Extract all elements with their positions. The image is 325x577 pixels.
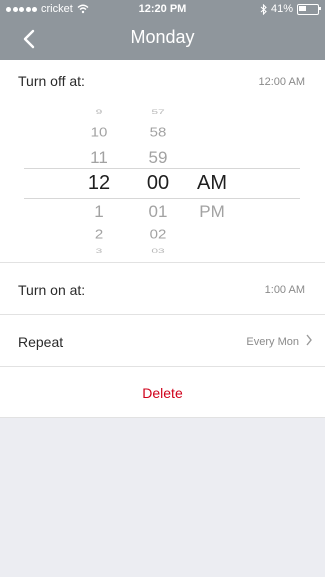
minute-option[interactable]: 59 bbox=[128, 148, 188, 168]
minute-option[interactable]: 02 bbox=[128, 227, 188, 241]
selection-line-top bbox=[24, 168, 300, 169]
turn-on-label[interactable]: Turn on at: bbox=[18, 282, 85, 298]
bluetooth-icon bbox=[260, 3, 267, 15]
delete-button[interactable]: Delete bbox=[0, 385, 325, 401]
hour-option[interactable]: 10 bbox=[69, 125, 129, 139]
app-header: cricket 12:20 PM 41% Monday bbox=[0, 0, 325, 60]
hour-option[interactable]: 11 bbox=[69, 148, 129, 168]
battery-icon bbox=[297, 3, 321, 15]
hour-option[interactable]: 3 bbox=[69, 248, 129, 255]
minute-selected[interactable]: 00 bbox=[128, 172, 188, 195]
divider bbox=[0, 314, 325, 315]
hour-option[interactable]: 1 bbox=[69, 202, 129, 222]
turn-on-value[interactable]: 1:00 AM bbox=[265, 284, 305, 296]
hour-option[interactable]: 9 bbox=[69, 109, 129, 116]
selection-line-bottom bbox=[24, 198, 300, 199]
period-option[interactable]: PM bbox=[182, 202, 242, 222]
minute-option[interactable]: 57 bbox=[128, 109, 188, 116]
period-selected[interactable]: AM bbox=[182, 172, 242, 195]
divider bbox=[0, 262, 325, 263]
hour-option[interactable]: 2 bbox=[69, 227, 129, 241]
hour-selected[interactable]: 12 bbox=[69, 172, 129, 195]
repeat-label[interactable]: Repeat bbox=[18, 334, 63, 350]
page-title: Monday bbox=[130, 27, 195, 47]
turn-off-value: 12:00 AM bbox=[258, 76, 305, 88]
minute-option[interactable]: 03 bbox=[128, 248, 188, 255]
time-picker[interactable]: 9 10 11 12 1 2 3 57 58 59 00 01 02 03 AM… bbox=[0, 101, 325, 261]
repeat-value[interactable]: Every Mon bbox=[246, 336, 299, 348]
status-bar: cricket 12:20 PM 41% bbox=[0, 0, 325, 20]
minute-option[interactable]: 58 bbox=[128, 125, 188, 139]
turn-off-label: Turn off at: bbox=[18, 73, 85, 89]
divider bbox=[0, 417, 325, 418]
divider bbox=[0, 366, 325, 367]
minute-option[interactable]: 01 bbox=[128, 202, 188, 222]
chevron-right-icon[interactable] bbox=[305, 334, 313, 346]
battery-percent: 41% bbox=[270, 3, 293, 15]
